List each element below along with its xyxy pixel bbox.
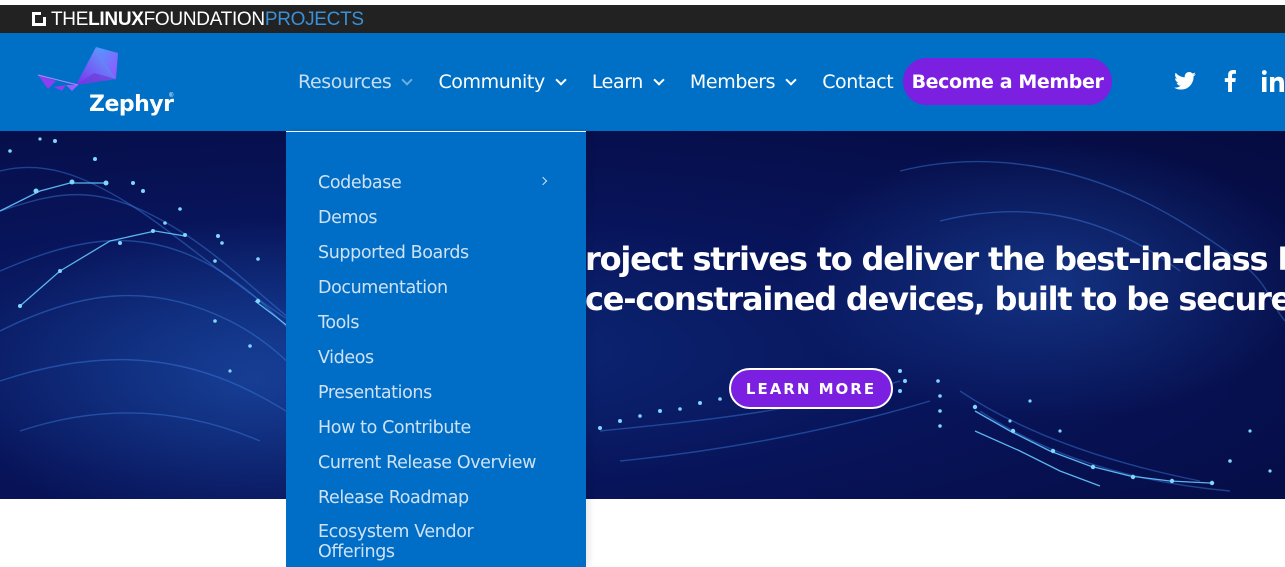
dropdown-item-videos[interactable]: Videos — [286, 347, 586, 382]
dropdown-item-presentations[interactable]: Presentations — [286, 382, 586, 417]
hero-headline-line-2: ce-constrained devices, built to be secu… — [585, 280, 1285, 318]
dropdown-item-label: Release Roadmap — [318, 488, 469, 508]
linux-foundation-logo[interactable]: THE LINUX FOUNDATION PROJECTS — [32, 10, 364, 29]
hero-banner: roject strives to deliver the best-in-cl… — [0, 131, 1285, 499]
dropdown-item-demos[interactable]: Demos — [286, 207, 586, 242]
zephyr-logo[interactable]: Zephyr ® — [36, 45, 186, 119]
dropdown-item-label: Ecosystem Vendor Offerings — [318, 522, 474, 562]
dropdown-item-label: Codebase — [318, 173, 402, 193]
dropdown-item-ecosystem-vendor-offerings[interactable]: Ecosystem Vendor Offerings — [286, 522, 486, 562]
learn-more-button[interactable]: LEARN MORE — [729, 368, 893, 409]
dropdown-item-label: Demos — [318, 208, 378, 228]
nav-item-learn[interactable]: Learn — [591, 71, 665, 93]
dropdown-item-label: How to Contribute — [318, 418, 471, 438]
nav-item-label: Contact — [822, 71, 894, 93]
resources-dropdown-menu: Codebase Demos Supported Boards Document… — [286, 131, 586, 567]
lf-linux-text: LINUX — [88, 8, 144, 30]
chevron-right-icon — [538, 176, 548, 186]
dropdown-item-label: Current Release Overview — [318, 453, 537, 473]
chevron-down-icon — [401, 73, 414, 86]
dropdown-item-tools[interactable]: Tools — [286, 312, 586, 347]
lf-foundation-text: FOUNDATION — [143, 8, 266, 30]
dropdown-item-codebase[interactable]: Codebase — [286, 172, 586, 207]
dropdown-item-current-release-overview[interactable]: Current Release Overview — [286, 452, 586, 487]
nav-item-label: Community — [438, 71, 545, 93]
hero-headline: roject strives to deliver the best-in-cl… — [585, 239, 1285, 319]
dropdown-item-label: Tools — [318, 313, 360, 333]
dropdown-item-label: Documentation — [318, 278, 448, 298]
chevron-down-icon — [785, 73, 797, 86]
nav-menu: Resources Community Learn Members Contac… — [298, 33, 920, 131]
dropdown-item-documentation[interactable]: Documentation — [286, 277, 586, 312]
brand-name: Zephyr — [89, 92, 174, 117]
lf-the-text: THE — [51, 8, 89, 30]
linux-foundation-bar: THE LINUX FOUNDATION PROJECTS — [0, 0, 1285, 33]
main-nav: Zephyr ® Resources Community Learn Membe… — [0, 33, 1285, 131]
chevron-down-icon — [555, 73, 567, 86]
dropdown-item-label: Presentations — [318, 383, 432, 403]
dropdown-item-label: Supported Boards — [318, 243, 469, 263]
linkedin-icon[interactable] — [1262, 69, 1285, 93]
nav-item-community[interactable]: Community — [438, 71, 567, 93]
nav-item-contact[interactable]: Contact — [822, 71, 894, 93]
lf-projects-text: PROJECTS — [264, 8, 364, 30]
nav-item-members[interactable]: Members — [689, 71, 797, 93]
dropdown-item-how-to-contribute[interactable]: How to Contribute — [286, 417, 586, 452]
facebook-icon[interactable] — [1220, 69, 1240, 93]
hero-headline-line-1: roject strives to deliver the best-in-cl… — [585, 240, 1285, 278]
chevron-down-icon — [653, 73, 665, 86]
dropdown-item-label: Videos — [318, 348, 374, 368]
brand-registered-mark: ® — [169, 93, 174, 99]
nav-item-label: Learn — [591, 71, 644, 93]
nav-item-label: Resources — [298, 71, 392, 93]
lf-logo-icon — [32, 12, 46, 26]
dropdown-item-release-roadmap[interactable]: Release Roadmap — [286, 487, 586, 522]
zephyr-kite-icon — [37, 47, 118, 91]
dropdown-item-supported-boards[interactable]: Supported Boards — [286, 242, 586, 277]
twitter-icon[interactable] — [1173, 69, 1197, 93]
become-member-button[interactable]: Become a Member — [903, 58, 1112, 105]
nav-item-resources[interactable]: Resources — [298, 71, 414, 93]
nav-item-label: Members — [689, 71, 776, 93]
